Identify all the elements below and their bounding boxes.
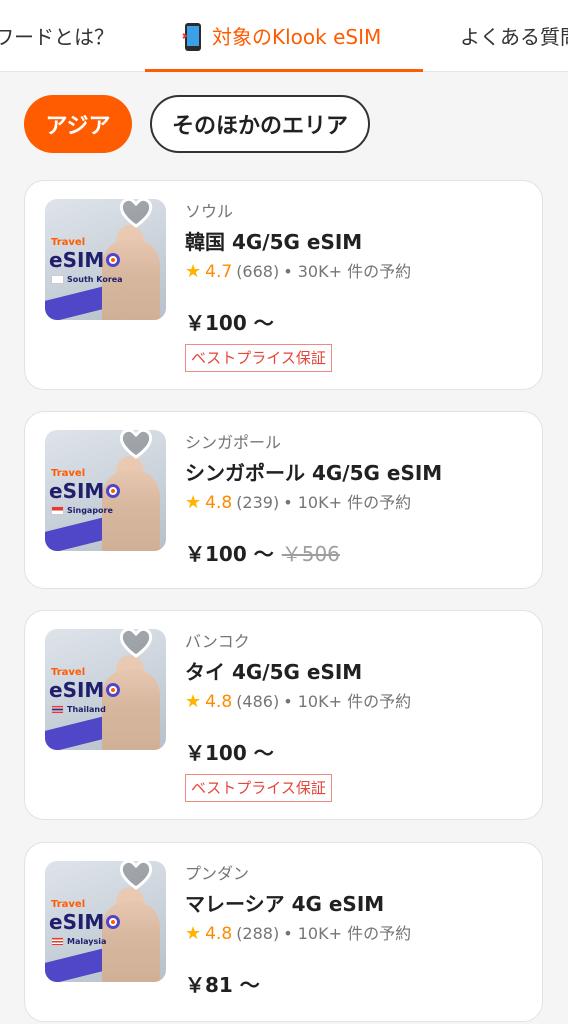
esim-logo-icon xyxy=(106,915,121,929)
original-price: ￥506 xyxy=(281,542,340,566)
review-count: (288) xyxy=(236,924,280,943)
price-value: ￥100 〜 xyxy=(185,542,274,566)
product-rating: ★ 4.8 (288) • 10K+ 件の予約 xyxy=(185,921,526,947)
wishlist-heart-icon[interactable] xyxy=(118,857,154,891)
product-info: シンガポール シンガポール 4G/5G eSIM ★ 4.8 (239) • 1… xyxy=(185,432,526,567)
tab-eligible-esim[interactable]: 対象のKlook eSIM xyxy=(182,20,381,54)
thumb-esim-logo: eSIM xyxy=(49,479,121,503)
product-price: ￥100 〜 xyxy=(185,307,526,336)
price-value: ￥100 〜 xyxy=(185,741,274,765)
thumb-esim-logo: eSIM xyxy=(49,678,121,702)
product-info: プンダン マレーシア 4G eSIM ★ 4.8 (288) • 10K+ 件の… xyxy=(185,863,526,998)
wishlist-heart-icon[interactable] xyxy=(118,625,154,659)
region-filter-chips: アジア そのほかのエリア xyxy=(24,95,370,153)
thumb-country-label: Singapore xyxy=(67,506,113,515)
esim-logo-icon xyxy=(106,484,121,498)
product-city: バンコク xyxy=(185,632,250,651)
product-title[interactable]: 韓国 4G/5G eSIM xyxy=(185,227,526,257)
flag-icon xyxy=(51,705,64,714)
star-icon: ★ xyxy=(185,261,202,282)
star-icon: ★ xyxy=(185,691,202,712)
flag-icon xyxy=(51,275,64,284)
wishlist-heart-icon[interactable] xyxy=(118,426,154,460)
booking-count: • 10K+ 件の予約 xyxy=(283,493,412,512)
active-tab-indicator xyxy=(145,69,423,72)
price-value: ￥100 〜 xyxy=(185,311,274,335)
product-rating: ★ 4.8 (486) • 10K+ 件の予約 xyxy=(185,689,526,715)
product-rating: ★ 4.8 (239) • 10K+ 件の予約 xyxy=(185,490,526,516)
review-count: (486) xyxy=(236,692,280,711)
thumb-esim-text: eSIM xyxy=(49,678,105,702)
product-price: ￥100 〜 ￥506 xyxy=(185,538,526,567)
thumb-country-label: Thailand xyxy=(67,705,106,714)
rating-score: 4.7 xyxy=(205,262,233,282)
tab-glossary[interactable]: ワードとは？ xyxy=(0,20,114,54)
best-price-badge: ベストプライス保証 xyxy=(185,344,332,372)
product-info: ソウル 韓国 4G/5G eSIM ★ 4.7 (668) • 30K+ 件の予… xyxy=(185,201,526,372)
thumb-travel-label: Travel xyxy=(51,899,86,910)
thumb-country: Thailand xyxy=(51,705,106,714)
product-info: バンコク タイ 4G/5G eSIM ★ 4.8 (486) • 10K+ 件の… xyxy=(185,631,526,802)
tab-eligible-esim-label: 対象のKlook eSIM xyxy=(212,25,382,49)
product-card[interactable]: Travel eSIM Singapore シンガポール シンガポール 4G/5… xyxy=(24,411,543,589)
review-count: (239) xyxy=(236,493,280,512)
rating-score: 4.8 xyxy=(205,493,233,513)
product-rating: ★ 4.7 (668) • 30K+ 件の予約 xyxy=(185,259,526,285)
product-title[interactable]: タイ 4G/5G eSIM xyxy=(185,657,526,687)
thumb-country-label: Malaysia xyxy=(67,937,107,946)
star-icon: ★ xyxy=(185,492,202,513)
chip-other-areas[interactable]: そのほかのエリア xyxy=(150,95,370,153)
thumb-esim-text: eSIM xyxy=(49,479,105,503)
product-card[interactable]: Travel eSIM South Korea ソウル 韓国 4G/5G eSI… xyxy=(24,180,543,390)
flag-icon xyxy=(51,937,64,946)
product-city: プンダン xyxy=(185,864,250,883)
chip-asia[interactable]: アジア xyxy=(24,95,132,153)
rating-score: 4.8 xyxy=(205,692,233,712)
thumb-country-label: South Korea xyxy=(67,275,123,284)
star-icon: ★ xyxy=(185,923,202,944)
product-card[interactable]: Travel eSIM Malaysia プンダン マレーシア 4G eSIM … xyxy=(24,842,543,1022)
smartphone-icon xyxy=(182,22,204,52)
thumb-travel-label: Travel xyxy=(51,468,86,479)
tab-faq[interactable]: よくある質問 xyxy=(460,20,568,54)
product-price: ￥100 〜 xyxy=(185,737,526,766)
booking-count: • 30K+ 件の予約 xyxy=(283,262,412,281)
rating-score: 4.8 xyxy=(205,924,233,944)
product-price: ￥81 〜 xyxy=(185,969,526,998)
thumb-country: Singapore xyxy=(51,506,113,515)
thumb-travel-label: Travel xyxy=(51,667,86,678)
booking-count: • 10K+ 件の予約 xyxy=(283,924,412,943)
esim-logo-icon xyxy=(106,683,121,697)
product-city: ソウル xyxy=(185,202,234,221)
booking-count: • 10K+ 件の予約 xyxy=(283,692,412,711)
thumb-esim-text: eSIM xyxy=(49,910,105,934)
flag-icon xyxy=(51,506,64,515)
price-value: ￥81 〜 xyxy=(185,973,260,997)
thumb-esim-logo: eSIM xyxy=(49,248,121,272)
product-city: シンガポール xyxy=(185,433,282,452)
wishlist-heart-icon[interactable] xyxy=(118,195,154,229)
esim-logo-icon xyxy=(106,253,121,267)
thumb-country: Malaysia xyxy=(51,937,106,946)
thumb-travel-label: Travel xyxy=(51,237,86,248)
product-title[interactable]: マレーシア 4G eSIM xyxy=(185,889,526,919)
product-card[interactable]: Travel eSIM Thailand バンコク タイ 4G/5G eSIM … xyxy=(24,610,543,820)
thumb-esim-text: eSIM xyxy=(49,248,105,272)
top-tab-bar: ワードとは？ 対象のKlook eSIM よくある質問 xyxy=(0,0,568,72)
best-price-badge: ベストプライス保証 xyxy=(185,774,332,802)
thumb-country: South Korea xyxy=(51,275,123,284)
product-title[interactable]: シンガポール 4G/5G eSIM xyxy=(185,458,526,488)
review-count: (668) xyxy=(236,262,280,281)
thumb-esim-logo: eSIM xyxy=(49,910,121,934)
